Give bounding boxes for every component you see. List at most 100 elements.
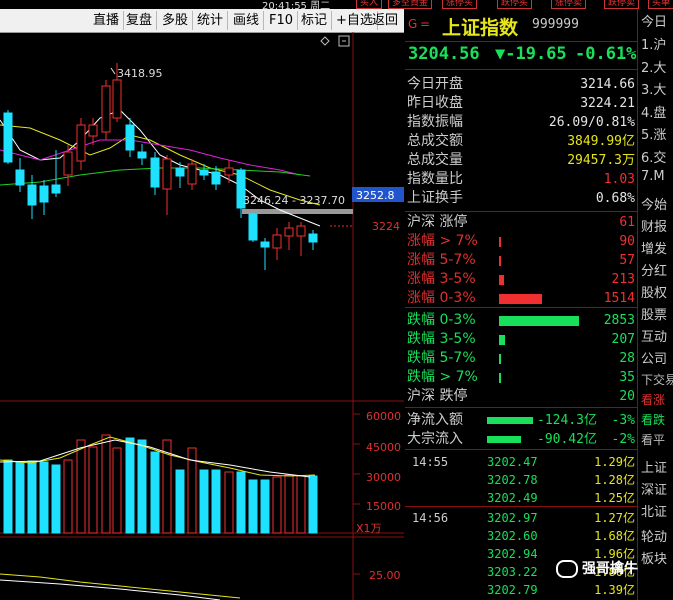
stat-value: 29457.3万 — [567, 153, 635, 168]
flow-pct: -2% — [611, 432, 635, 447]
tag-orders[interactable]: 买单 — [648, 0, 673, 9]
live-button[interactable]: 直播 — [89, 11, 125, 30]
range-bar — [242, 209, 353, 214]
stat-row: 上证换手 0.68% — [407, 189, 637, 208]
decline-label: 跌幅 3-5% — [407, 331, 476, 347]
tag-limitdown-buy[interactable]: 跌停买 — [497, 0, 533, 9]
side-nav-item[interactable]: 3.大 — [641, 79, 666, 98]
side-nav-item[interactable]: 分红 — [641, 260, 667, 279]
tick-time: 14:56 — [412, 511, 449, 525]
indicator-line — [0, 573, 241, 599]
volume-unit-label: X1万 — [356, 522, 382, 535]
price-axis-label-2: 3224 — [372, 220, 400, 233]
side-nav-item[interactable]: 4.盘 — [641, 102, 666, 121]
candle-body — [162, 158, 172, 190]
stat-value: 3214.66 — [580, 77, 635, 92]
decline-bar — [499, 335, 505, 345]
stat-label: 指数振幅 — [407, 114, 463, 130]
tick-time: 14:55 — [412, 455, 449, 469]
index-price: 3204.56 — [408, 44, 480, 64]
side-nav-item[interactable]: 公司 — [641, 348, 667, 367]
side-nav-item[interactable]: 板块 — [641, 548, 667, 567]
tag-limitup-sell[interactable]: 涨停卖 — [551, 0, 587, 9]
side-nav-item[interactable]: 财报 — [641, 216, 667, 235]
watermark-text: 强哥擒牛 — [582, 561, 638, 577]
volume-bar — [308, 475, 318, 534]
f10-button[interactable]: F10 — [265, 11, 299, 30]
side-nav-item[interactable]: 7.M — [641, 169, 665, 184]
stat-label: 指数量比 — [407, 171, 463, 187]
diamond-icon[interactable] — [320, 36, 330, 46]
tag-limitup-buy[interactable]: 涨停买 — [442, 0, 478, 9]
tick-price: 3202.79 — [487, 583, 538, 597]
side-nav-item[interactable]: 上证 — [641, 457, 667, 476]
volume-bar — [211, 469, 221, 534]
side-nav-item[interactable]: 股权 — [641, 282, 667, 301]
side-nav-item[interactable]: 看涨 — [641, 391, 665, 408]
candle-body — [187, 163, 197, 185]
draw-line-button[interactable]: 画线 — [229, 11, 265, 30]
index-dropdown[interactable]: = — [420, 17, 430, 31]
candle-body — [199, 169, 209, 176]
back-button[interactable]: 返回 — [368, 11, 402, 30]
side-nav-item[interactable]: 5.涨 — [641, 124, 666, 143]
side-nav-item[interactable]: 北证 — [641, 501, 667, 520]
tag-limitdown-sell[interactable]: 跌停卖 — [604, 0, 640, 9]
stat-value: 3849.99亿 — [567, 134, 635, 149]
decline-bar — [499, 373, 501, 383]
side-nav-item[interactable]: 增发 — [641, 238, 667, 257]
flow-label: 净流入额 — [407, 412, 463, 428]
indicator-line — [0, 579, 221, 600]
advance-count: 61 — [619, 215, 635, 230]
side-nav-item[interactable]: 轮动 — [641, 526, 667, 545]
candle-body — [211, 171, 221, 185]
stat-row: 总成交额 3849.99亿 — [407, 132, 637, 151]
side-nav-item[interactable]: 股票 — [641, 304, 667, 323]
advance-bar — [499, 294, 542, 304]
flow-value: -90.42亿 — [537, 432, 597, 447]
tick-price: 3202.47 — [487, 455, 538, 469]
flow-value: -124.3亿 — [537, 413, 597, 428]
wechat-icon — [556, 560, 578, 578]
volume-bar — [3, 459, 13, 534]
volume-axis-label-4: 15000 — [366, 500, 401, 513]
advance-row: 沪深 涨停 61 — [407, 213, 637, 232]
candle-body — [51, 184, 61, 194]
stats-button[interactable]: 统计 — [193, 11, 229, 30]
side-nav-item[interactable]: 看跌 — [641, 411, 665, 428]
candle-body — [3, 112, 13, 163]
volume-bar — [296, 475, 306, 534]
index-change-pct: -0.61% — [575, 44, 637, 64]
decline-label: 沪深 跌停 — [407, 388, 468, 404]
advance-bar — [499, 237, 501, 247]
volume-bar — [284, 474, 294, 534]
flow-row: 净流入额 -124.3亿 -3% — [407, 411, 637, 430]
volume-bar — [88, 446, 98, 534]
g-icon[interactable]: G — [408, 17, 417, 31]
side-nav-item[interactable]: 6.交 — [641, 147, 666, 166]
tag-buy[interactable]: 买入 — [356, 0, 383, 9]
candle-body — [150, 157, 160, 188]
side-nav-item[interactable]: 互动 — [641, 326, 667, 345]
side-nav-item[interactable]: 下交易 — [641, 371, 673, 388]
volume-bar — [224, 471, 234, 534]
side-nav-item[interactable]: 深证 — [641, 479, 667, 498]
multi-stock-button[interactable]: 多股 — [158, 11, 194, 30]
tag-fund[interactable]: 多空資金 — [388, 0, 433, 9]
tick-volume: 1.68亿 — [594, 529, 635, 543]
side-nav-item[interactable]: 1.沪 — [641, 34, 666, 53]
side-nav-item[interactable]: 看平 — [641, 431, 665, 448]
side-nav-item[interactable]: 2.大 — [641, 57, 666, 76]
stat-row: 今日开盘 3214.66 — [407, 75, 637, 94]
mark-button[interactable]: 标记 — [297, 11, 333, 30]
price-axis-label-1: 3252.8 — [356, 189, 395, 202]
candle-body — [248, 213, 258, 241]
kline-chart[interactable]: 3418.95 3246.24 - 3237.70 3252.8 3224 60… — [0, 32, 404, 600]
replay-button[interactable]: 复盘 — [122, 11, 158, 30]
volume-bar — [260, 479, 270, 534]
side-nav-item[interactable]: 今始 — [641, 194, 667, 213]
candle-body — [308, 233, 318, 243]
advance-label: 涨幅 3-5% — [407, 271, 476, 287]
high-price-label: 3418.95 — [117, 67, 163, 80]
collapse-icon[interactable] — [338, 35, 350, 47]
